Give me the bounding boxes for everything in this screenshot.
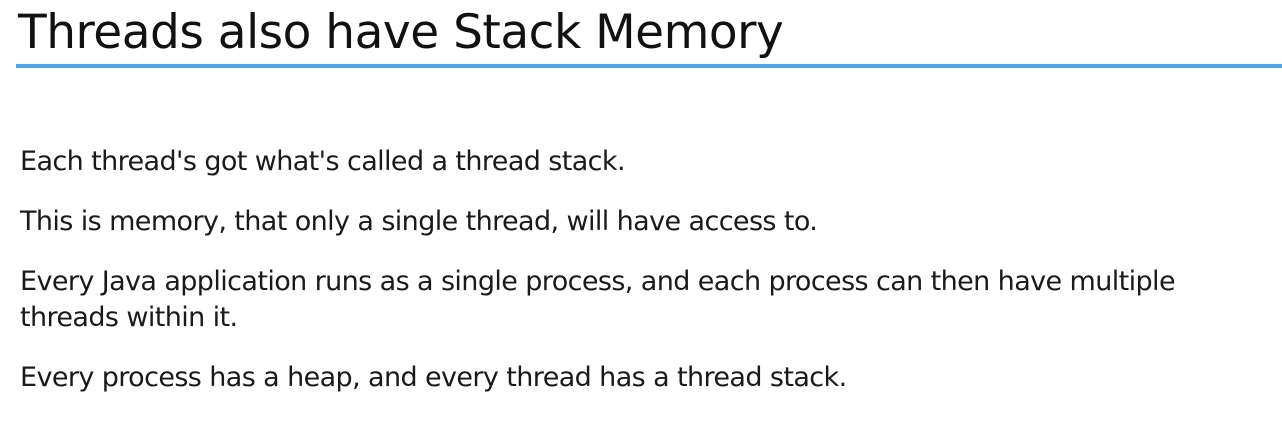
slide-title: Threads also have Stack Memory [18, 5, 784, 60]
paragraph: Every process has a heap, and every thre… [20, 362, 847, 393]
slide: Threads also have Stack Memory Each thre… [0, 0, 1282, 428]
title-underline [16, 64, 1282, 68]
paragraph: Every Java application runs as a single … [20, 266, 1176, 333]
slide-body: Each thread's got what's called a thread… [20, 144, 1275, 420]
paragraph: Each thread's got what's called a thread… [20, 146, 626, 177]
paragraph: This is memory, that only a single threa… [20, 206, 818, 237]
